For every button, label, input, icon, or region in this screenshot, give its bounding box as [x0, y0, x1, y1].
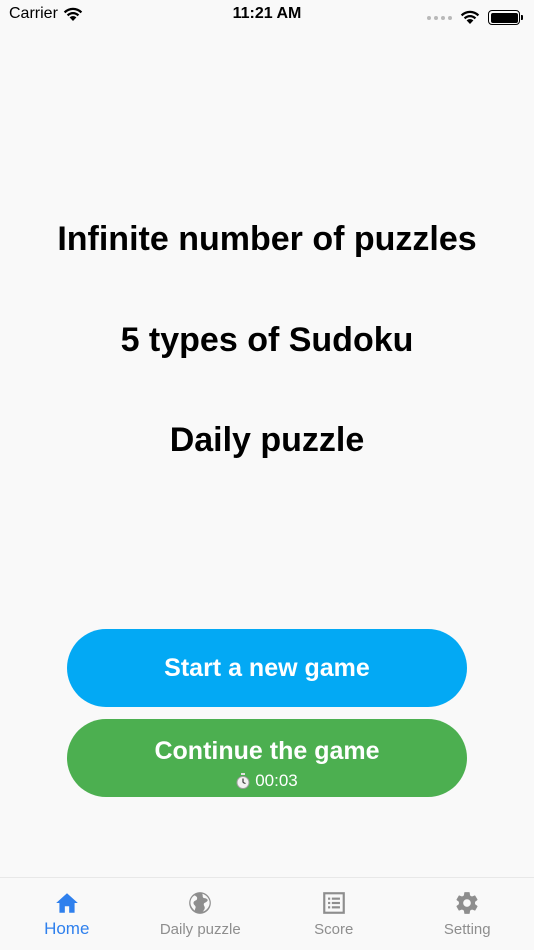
elapsed-time-value: 00:03	[255, 770, 298, 790]
tab-score[interactable]: Score	[267, 878, 401, 950]
gear-icon	[456, 892, 478, 914]
tab-daily-puzzle-label: Daily puzzle	[159, 921, 241, 938]
stopwatch-icon	[236, 772, 250, 789]
feature-sudoku-types: 5 types of Sudoku	[120, 321, 414, 359]
feature-daily-puzzle: Daily puzzle	[169, 421, 365, 459]
wifi-icon	[460, 10, 480, 24]
status-indicators	[427, 10, 523, 25]
feature-infinite-puzzles: Infinite number of puzzles	[57, 220, 477, 258]
tab-score-label: Score	[314, 921, 354, 938]
continue-game-button[interactable]: Continue the game 00:03	[67, 719, 467, 797]
home-screen: Carrier 11:21 AM Infinite number of puzz…	[0, 0, 534, 950]
tab-home[interactable]: Home	[0, 878, 134, 950]
list-icon	[322, 892, 345, 914]
tab-bar: Home Daily puzzle Score Setting	[0, 877, 534, 950]
cellular-signal-icon	[427, 15, 452, 20]
start-new-game-button[interactable]: Start a new game	[67, 629, 467, 707]
tab-daily-puzzle[interactable]: Daily puzzle	[134, 878, 268, 950]
globe-icon	[189, 892, 212, 914]
tab-setting-label: Setting	[443, 921, 491, 938]
tab-home-label: Home	[44, 919, 90, 938]
tab-setting[interactable]: Setting	[401, 878, 534, 950]
continue-game-label: Continue the game	[154, 736, 380, 765]
battery-icon	[488, 10, 523, 25]
status-bar: Carrier 11:21 AM	[0, 0, 534, 34]
elapsed-timer: 00:03	[67, 771, 467, 791]
home-icon	[55, 893, 78, 913]
